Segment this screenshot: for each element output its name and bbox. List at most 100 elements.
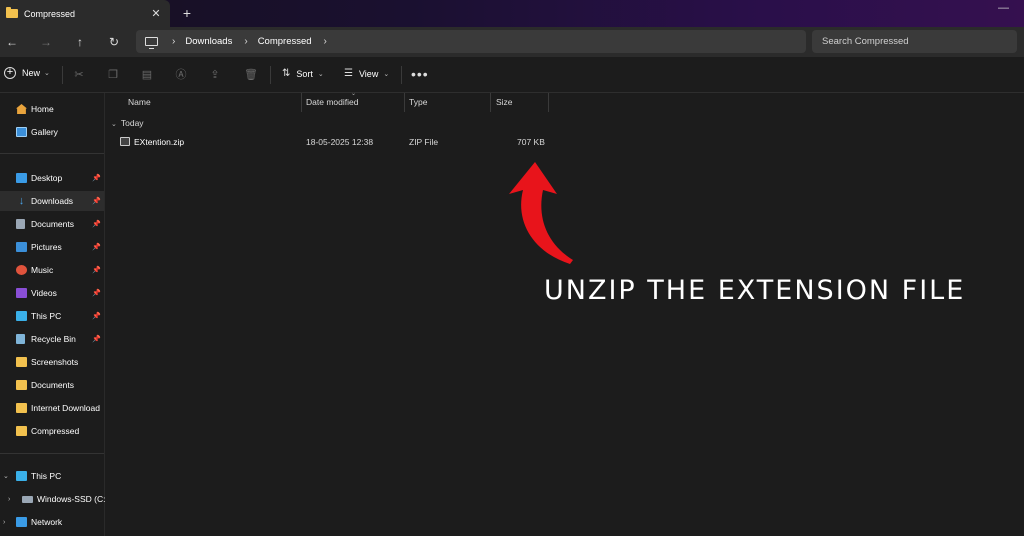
annotation-text: UNZIP THE EXTENSION FILE [544, 275, 966, 306]
sidebar-item-label: Pictures [31, 242, 62, 252]
table-row[interactable]: EXtention.zip 18-05-2025 12:38 ZIP File … [105, 132, 565, 152]
chevron-right-icon[interactable]: › [8, 496, 10, 503]
sort-button[interactable]: ⇅ Sort ⌄ [282, 68, 324, 79]
sidebar-item-label: Internet Download [31, 403, 100, 413]
network-icon [16, 517, 27, 527]
chevron-down-icon: ⌄ [383, 70, 390, 78]
sidebar-item-documents[interactable]: Documents 📌 [0, 214, 104, 234]
folder-icon [16, 357, 27, 367]
breadcrumb-downloads[interactable]: Downloads [185, 36, 232, 47]
group-header-today[interactable]: ⌄ Today [111, 118, 144, 128]
delete-icon[interactable]: 🗑 [244, 68, 258, 82]
navigation-pane: Home Gallery Desktop 📌 ↓ Downloads 📌 Doc… [0, 93, 105, 536]
new-button[interactable]: + New ⌄ [4, 67, 50, 79]
sidebar-item-label: Desktop [31, 173, 63, 183]
sidebar-item-videos[interactable]: Videos 📌 [0, 283, 104, 303]
command-bar: + New ⌄ ✂ ❐ ▤ Ⓐ ⇪ 🗑 ⇅ Sort ⌄ ☰ View ⌄ ••… [0, 57, 1024, 93]
sidebar-item-network[interactable]: › Network [0, 512, 104, 532]
view-button[interactable]: ☰ View ⌄ [344, 68, 389, 79]
share-icon[interactable]: ⇪ [208, 68, 222, 82]
this-pc-icon [145, 37, 158, 49]
sidebar-item-label: Videos [31, 288, 57, 298]
file-date: 18-05-2025 12:38 [306, 137, 374, 147]
zip-file-icon [120, 137, 130, 146]
column-header-size[interactable]: Size [496, 97, 513, 107]
chevron-right-icon: › [244, 36, 248, 47]
sidebar-item-label: Recycle Bin [31, 334, 76, 344]
column-divider[interactable] [301, 93, 302, 112]
column-header-date[interactable]: Date modified [306, 97, 358, 107]
pin-icon[interactable]: 📌 [92, 243, 101, 251]
sidebar-item-internet-download[interactable]: Internet Download [0, 398, 104, 418]
recycle-bin-icon [16, 334, 25, 344]
column-divider[interactable] [548, 93, 549, 112]
breadcrumb[interactable]: › Downloads › Compressed › [136, 30, 806, 53]
home-icon [16, 104, 27, 114]
forward-icon[interactable]: → [37, 33, 55, 51]
pin-icon[interactable]: 📌 [92, 289, 101, 297]
paste-icon[interactable]: ▤ [140, 68, 154, 82]
sidebar-item-this-pc-tree[interactable]: ⌄ This PC [0, 466, 104, 486]
sidebar-item-windows-ssd[interactable]: › Windows-SSD (C: [0, 489, 106, 509]
column-divider[interactable] [490, 93, 491, 112]
toolbar-divider [401, 66, 402, 84]
sidebar-item-label: Windows-SSD (C: [37, 494, 106, 504]
chevron-right-icon: › [172, 36, 176, 47]
pin-icon[interactable]: 📌 [92, 220, 101, 228]
chevron-right-icon[interactable]: › [3, 519, 5, 526]
view-icon: ☰ [344, 68, 353, 79]
sidebar-item-label: Network [31, 517, 63, 527]
plus-icon: + [4, 67, 16, 79]
tab-compressed[interactable]: Compressed ✕ [0, 0, 170, 27]
folder-icon [16, 380, 27, 390]
pin-icon[interactable]: 📌 [92, 174, 101, 182]
file-name[interactable]: EXtention.zip [134, 137, 184, 147]
sidebar-item-downloads[interactable]: ↓ Downloads 📌 [0, 191, 104, 211]
documents-icon [16, 219, 25, 229]
pin-icon[interactable]: 📌 [92, 312, 101, 320]
sidebar-item-gallery[interactable]: Gallery [0, 122, 104, 142]
search-input[interactable]: Search Compressed [812, 30, 1017, 53]
rename-icon[interactable]: Ⓐ [174, 68, 188, 82]
downloads-icon: ↓ [18, 195, 25, 207]
sidebar-item-this-pc[interactable]: This PC 📌 [0, 306, 104, 326]
red-arrow-annotation [509, 162, 573, 264]
sort-label: Sort [296, 68, 313, 79]
file-size: 707 KB [517, 137, 545, 147]
up-icon[interactable]: ↑ [71, 33, 89, 51]
sidebar-item-music[interactable]: Music 📌 [0, 260, 104, 280]
minimize-button[interactable]: — [998, 2, 1012, 14]
sidebar-item-label: Screenshots [31, 357, 79, 367]
sidebar-item-pictures[interactable]: Pictures 📌 [0, 237, 104, 257]
sidebar-item-home[interactable]: Home [0, 99, 104, 119]
pin-icon[interactable]: 📌 [92, 335, 101, 343]
chevron-down-icon: ⌄ [317, 70, 324, 78]
chevron-down-icon: ⌄ [111, 121, 117, 128]
chevron-down-icon[interactable]: ⌄ [3, 472, 9, 480]
pin-icon[interactable]: 📌 [92, 266, 101, 274]
column-header-type[interactable]: Type [409, 97, 427, 107]
pictures-icon [16, 242, 27, 252]
copy-icon[interactable]: ❐ [106, 68, 120, 82]
new-tab-button[interactable]: + [178, 4, 196, 22]
cut-icon[interactable]: ✂ [72, 68, 86, 82]
back-icon[interactable]: ← [3, 33, 21, 51]
group-label: Today [120, 118, 144, 128]
close-tab-icon[interactable]: ✕ [148, 7, 164, 20]
sidebar-item-documents-folder[interactable]: Documents [0, 375, 104, 395]
title-bar: Compressed ✕ + — [0, 0, 1024, 27]
sidebar-item-desktop[interactable]: Desktop 📌 [0, 168, 104, 188]
chevron-right-icon[interactable]: › [324, 36, 327, 47]
refresh-icon[interactable]: ↻ [105, 33, 123, 51]
column-divider[interactable] [404, 93, 405, 112]
gallery-icon [16, 127, 27, 137]
toolbar-divider [270, 66, 271, 84]
sidebar-item-screenshots[interactable]: Screenshots [0, 352, 104, 372]
sidebar-item-label: Downloads [31, 196, 74, 206]
more-options-icon[interactable]: ••• [411, 66, 429, 82]
sidebar-item-recycle-bin[interactable]: Recycle Bin 📌 [0, 329, 104, 349]
breadcrumb-compressed[interactable]: Compressed [258, 36, 312, 47]
sidebar-item-compressed[interactable]: Compressed [0, 421, 104, 441]
column-header-name[interactable]: Name [128, 97, 151, 107]
pin-icon[interactable]: 📌 [92, 197, 101, 205]
